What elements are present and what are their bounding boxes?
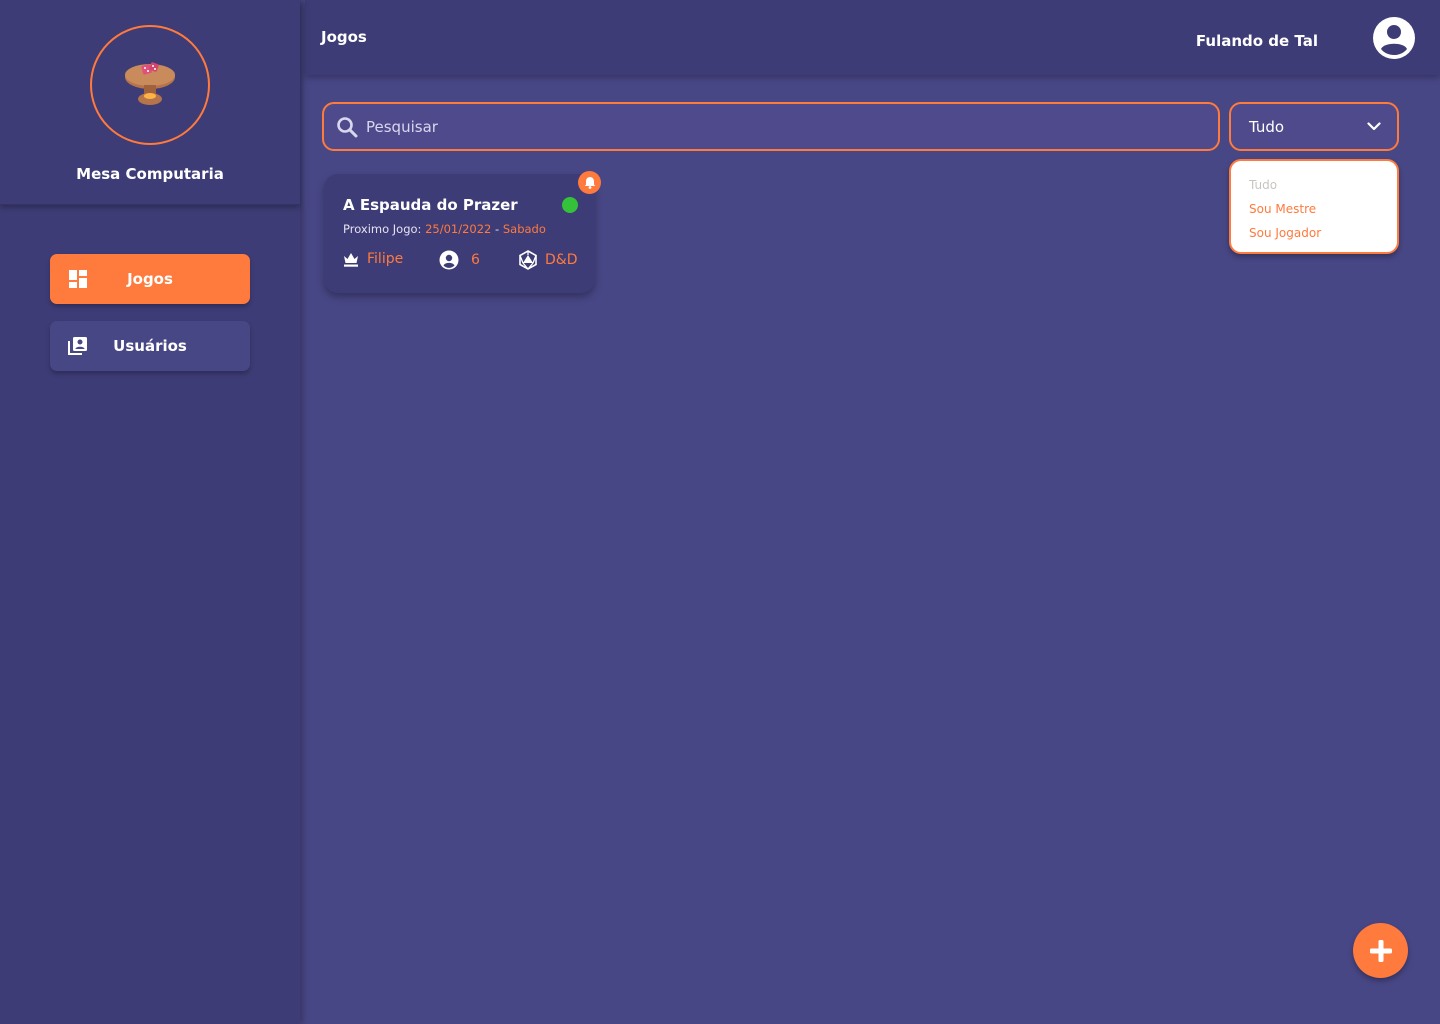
next-game-date: 25/01/2022 bbox=[425, 222, 492, 236]
user-avatar-icon bbox=[1373, 17, 1415, 59]
chevron-down-icon bbox=[1367, 122, 1381, 131]
notification-badge[interactable] bbox=[578, 171, 601, 194]
game-player-count: 6 bbox=[471, 252, 480, 268]
top-header: Jogos Fulando de Tal bbox=[305, 0, 1440, 75]
game-master-name: Filipe bbox=[367, 251, 404, 267]
plus-icon bbox=[1369, 939, 1392, 962]
crown-icon bbox=[344, 253, 358, 267]
next-game-info: Proximo Jogo: 25/01/2022 - Sabado bbox=[343, 222, 546, 236]
bell-icon bbox=[584, 177, 595, 189]
game-table-icon bbox=[125, 62, 175, 105]
game-master: Filipe bbox=[342, 250, 403, 268]
sidebar-item-label: Jogos bbox=[127, 270, 173, 288]
user-name: Fulando de Tal bbox=[1195, 32, 1318, 50]
filter-option-sou-jogador[interactable]: Sou Jogador bbox=[1249, 224, 1397, 248]
sidebar: Mesa Computaria Jogos Usuários bbox=[0, 0, 300, 1024]
contacts-icon bbox=[50, 335, 106, 357]
filter-select[interactable]: Tudo bbox=[1229, 102, 1399, 151]
avatar[interactable] bbox=[1372, 16, 1416, 60]
next-game-label: Proximo Jogo: bbox=[343, 222, 422, 236]
sidebar-item-label: Usuários bbox=[113, 337, 187, 355]
game-system: D&D bbox=[518, 250, 577, 270]
filter-dropdown: Tudo Sou Mestre Sou Jogador bbox=[1229, 159, 1399, 254]
dashboard-icon bbox=[50, 269, 106, 289]
d20-dice-icon bbox=[519, 250, 537, 270]
search-icon bbox=[337, 116, 358, 137]
brand-panel: Mesa Computaria bbox=[0, 0, 300, 205]
filter-option-tudo[interactable]: Tudo bbox=[1249, 176, 1397, 200]
user-circle-icon bbox=[439, 250, 459, 270]
page-title: Jogos bbox=[321, 28, 367, 46]
game-players: 6 bbox=[439, 250, 480, 270]
next-game-day: Sabado bbox=[502, 222, 546, 236]
next-game-separator: - bbox=[495, 222, 500, 236]
search-bar bbox=[322, 102, 1220, 151]
game-title: A Espauda do Prazer bbox=[343, 196, 518, 214]
filter-option-sou-mestre[interactable]: Sou Mestre bbox=[1249, 200, 1397, 224]
sidebar-nav: Jogos Usuários bbox=[50, 254, 250, 388]
search-input[interactable] bbox=[366, 117, 1218, 136]
filter-selected-value: Tudo bbox=[1249, 117, 1285, 136]
game-card[interactable]: A Espauda do Prazer Proximo Jogo: 25/01/… bbox=[324, 171, 601, 293]
app-logo bbox=[90, 25, 210, 145]
sidebar-item-jogos[interactable]: Jogos bbox=[50, 254, 250, 304]
game-system-name: D&D bbox=[545, 252, 578, 268]
app-name: Mesa Computaria bbox=[76, 165, 224, 183]
add-game-button[interactable] bbox=[1353, 923, 1408, 978]
status-indicator bbox=[562, 197, 578, 213]
sidebar-item-usuarios[interactable]: Usuários bbox=[50, 321, 250, 371]
